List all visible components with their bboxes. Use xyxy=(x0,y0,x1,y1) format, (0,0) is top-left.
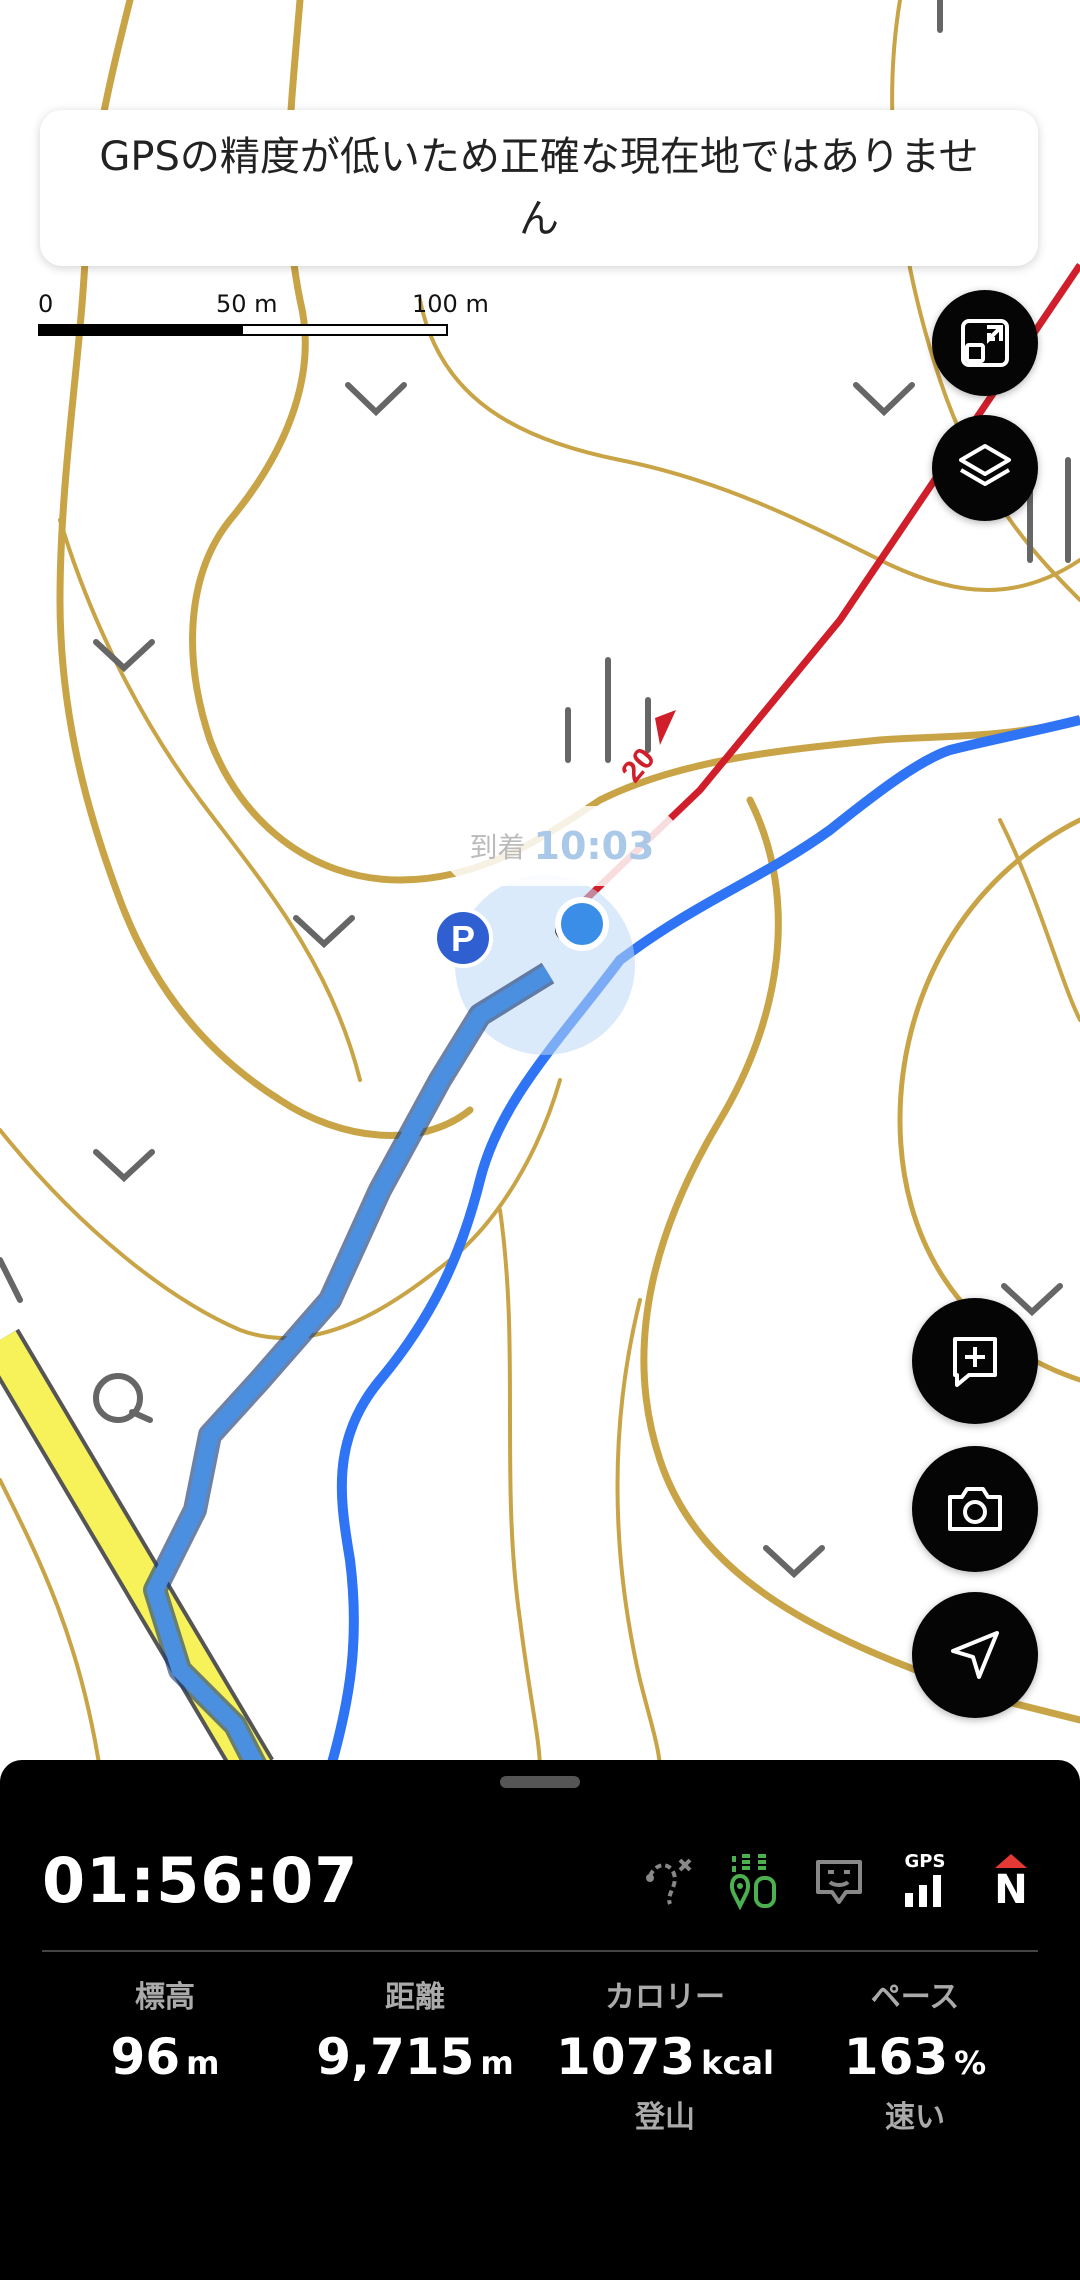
north-compass-icon[interactable]: N xyxy=(982,1850,1040,1912)
stat-label: カロリー xyxy=(605,1980,725,2015)
add-memo-button[interactable] xyxy=(912,1298,1038,1424)
stat-sub: 速い xyxy=(885,2100,945,2135)
elapsed-timer: 01:56:07 xyxy=(42,1844,359,1917)
scale-label-50: 50 m xyxy=(216,290,278,318)
eta-prefix: 到着 xyxy=(469,831,526,864)
stat-label: ペース xyxy=(870,1980,960,2015)
stat-label: 標高 xyxy=(135,1980,195,2015)
layers-icon xyxy=(959,444,1011,486)
panel-divider xyxy=(42,1950,1038,1952)
companion-icon[interactable] xyxy=(724,1850,782,1912)
navigation-button[interactable] xyxy=(912,1592,1038,1718)
scale-label-100: 100 m xyxy=(412,290,489,318)
current-location-dot xyxy=(555,897,609,951)
stat-value: 1073 kcal xyxy=(556,2028,774,2086)
activity-panel: 01:56:07 GPS N 標高 96 m 距離 9,715 m カロリー 1… xyxy=(0,1760,1080,2280)
navigation-icon xyxy=(951,1631,999,1679)
stat-calories: カロリー 1073 kcal 登山 xyxy=(540,1972,790,2136)
stat-elevation: 標高 96 m xyxy=(40,1972,290,2086)
add-memo-icon xyxy=(953,1337,997,1387)
stat-sub: 登山 xyxy=(635,2100,695,2135)
fullscreen-exit-button[interactable] xyxy=(932,290,1038,396)
stat-value: 9,715 m xyxy=(316,2028,514,2086)
scale-bar: 0 50 m 100 m xyxy=(38,290,489,340)
stat-value: 96 m xyxy=(110,2028,220,2086)
stat-label: 距離 xyxy=(385,1980,445,2015)
stat-value: 163% xyxy=(843,2028,987,2086)
eta-time: 10:03 xyxy=(533,824,655,868)
scale-bar-graphic xyxy=(38,324,448,336)
gps-warning-text: GPSの精度が低いため正確な現在地ではありません xyxy=(99,134,979,242)
layers-button[interactable] xyxy=(932,415,1038,521)
svg-text:P: P xyxy=(451,918,475,959)
gps-accuracy-warning: GPSの精度が低いため正確な現在地ではありません xyxy=(40,110,1038,266)
fullscreen-exit-icon xyxy=(961,319,1009,367)
parking-marker: P xyxy=(433,908,493,968)
gps-label: GPS xyxy=(904,1851,946,1872)
compass-label: N xyxy=(994,1867,1028,1913)
status-icons: GPS N xyxy=(638,1850,1040,1912)
stat-pace: ペース 163% 速い xyxy=(790,1972,1040,2136)
chat-icon[interactable] xyxy=(810,1850,868,1912)
scale-label-0: 0 xyxy=(38,290,54,318)
stat-distance: 距離 9,715 m xyxy=(290,1972,540,2086)
eta-label: 到着 10:03 xyxy=(442,806,682,886)
route-off-icon[interactable] xyxy=(638,1850,696,1912)
camera-button[interactable] xyxy=(912,1446,1038,1572)
gps-signal-icon: GPS xyxy=(896,1850,954,1912)
camera-icon xyxy=(948,1487,1002,1531)
drag-handle[interactable] xyxy=(500,1776,580,1788)
